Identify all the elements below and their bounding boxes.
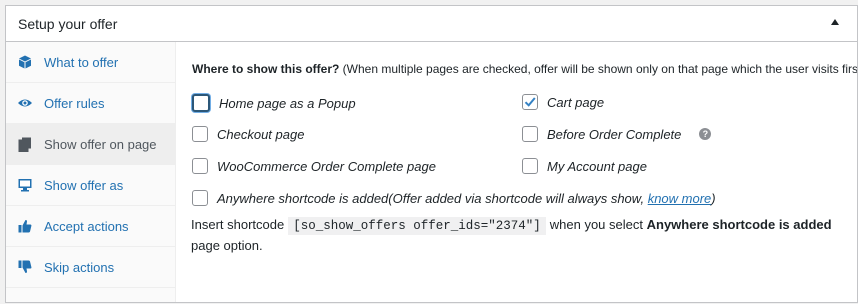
triangle-up-icon[interactable] (831, 19, 839, 25)
know-more-link[interactable]: know more (648, 191, 712, 206)
page-question: Where to show this offer? (When multiple… (192, 62, 857, 76)
eye-icon (17, 95, 33, 111)
sidebar-item-accept-actions[interactable]: Accept actions (6, 206, 175, 247)
offer-tabs-sidebar: What to offer Offer rules Show offer on … (6, 42, 176, 302)
checkbox[interactable] (192, 190, 208, 206)
option-checkout-page[interactable]: Checkout page (192, 126, 304, 142)
sidebar-item-what-to-offer[interactable]: What to offer (6, 42, 175, 83)
shortcode-middle: when you select (549, 217, 643, 232)
option-my-account-page[interactable]: My Account page (522, 158, 647, 174)
question-title: Where to show this offer? (192, 62, 340, 76)
thumbs-up-icon (17, 218, 33, 234)
shortcode-bold: Anywhere shortcode is added (646, 217, 832, 232)
checkbox[interactable] (192, 158, 208, 174)
option-home-page-popup[interactable]: Home page as a Popup (192, 94, 356, 112)
option-label: My Account page (547, 158, 647, 174)
checkbox[interactable] (192, 94, 210, 112)
note-suffix: ) (711, 190, 716, 206)
option-anywhere-shortcode[interactable]: Anywhere shortcode is added (Offer added… (192, 190, 716, 206)
sidebar-item-label: What to offer (44, 54, 119, 70)
panel-header[interactable]: Setup your offer (6, 6, 857, 42)
option-cart-page[interactable]: Cart page (522, 94, 604, 110)
sidebar-item-skip-actions[interactable]: Skip actions (6, 247, 175, 288)
sidebar-item-label: Offer rules (44, 95, 105, 111)
checkbox[interactable] (192, 126, 208, 142)
sidebar-item-show-offer-on-page[interactable]: Show offer on page (6, 124, 175, 165)
shortcode-code[interactable]: [so_show_offers offer_ids="2374"] (288, 217, 546, 235)
thumbs-down-icon (17, 259, 33, 275)
desktop-icon (17, 177, 33, 193)
checkbox[interactable] (522, 126, 538, 142)
sidebar-item-label: Show offer on page (44, 136, 157, 152)
option-label: Checkout page (217, 126, 305, 142)
option-woocommerce-order-complete[interactable]: WooCommerce Order Complete page (192, 158, 436, 174)
anywhere-note: (Offer added via shortcode will always s… (388, 191, 715, 206)
pages-icon (17, 136, 33, 152)
option-label: Home page as a Popup (219, 95, 356, 111)
option-label: Anywhere shortcode is added (217, 190, 389, 206)
sidebar-item-label: Show offer as (44, 177, 124, 193)
panel-body: What to offer Offer rules Show offer on … (6, 42, 857, 302)
option-label: WooCommerce Order Complete page (217, 158, 436, 174)
cube-icon (17, 54, 33, 70)
sidebar-item-offer-rules[interactable]: Offer rules (6, 83, 175, 124)
shortcode-instructions: Insert shortcode [so_show_offers offer_id… (191, 215, 848, 256)
checkbox[interactable] (522, 94, 538, 110)
sidebar-item-label: Accept actions (44, 218, 129, 234)
option-before-order-complete[interactable]: Before Order Complete ? (522, 126, 712, 142)
option-label: Before Order Complete (547, 126, 682, 142)
sidebar-item-label: Skip actions (44, 259, 115, 275)
option-label: Cart page (547, 94, 605, 110)
show-offer-on-page-content: Where to show this offer? (When multiple… (176, 42, 857, 302)
shortcode-suffix: page option. (191, 238, 263, 253)
panel-title: Setup your offer (18, 15, 118, 32)
checkbox[interactable] (522, 158, 538, 174)
checkmark-icon (524, 97, 536, 107)
setup-offer-panel: Setup your offer What to offer Offer rul… (5, 5, 858, 303)
sidebar-item-show-offer-as[interactable]: Show offer as (6, 165, 175, 206)
page-options: Home page as a Popup Cart page Checkout … (192, 94, 857, 224)
shortcode-prefix: Insert shortcode (191, 217, 285, 232)
question-hint: (When multiple pages are checked, offer … (339, 62, 857, 76)
question-circle-icon[interactable]: ? (699, 128, 712, 140)
note-prefix: (Offer added via shortcode will always s… (388, 190, 648, 206)
